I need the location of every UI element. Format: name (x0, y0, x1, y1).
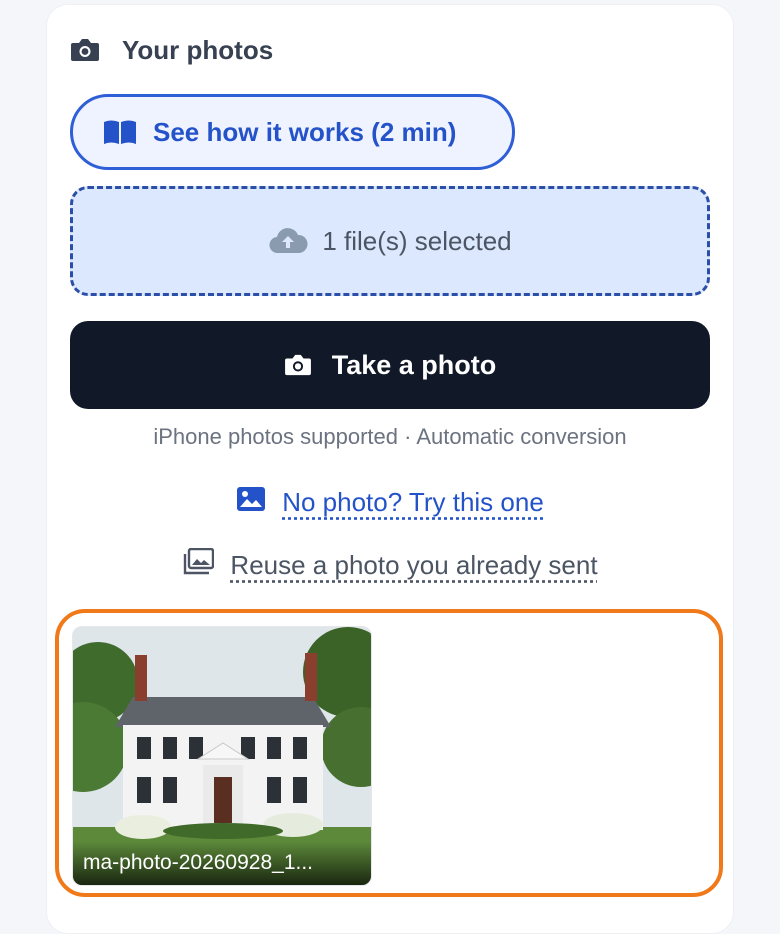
file-dropzone[interactable]: 1 file(s) selected (70, 186, 710, 296)
section-title: Your photos (122, 34, 274, 65)
section-header: Your photos (70, 32, 273, 68)
camera-icon (70, 35, 100, 65)
photo-filename: ma-photo-20260928_1... (73, 841, 371, 885)
take-photo-label: Take a photo (331, 349, 497, 380)
image-icon (236, 486, 266, 519)
support-note: iPhone photos supported · Automatic conv… (153, 424, 627, 449)
book-open-icon (103, 118, 139, 146)
camera-icon (284, 351, 314, 379)
reuse-photo-link[interactable]: Reuse a photo you already sent (70, 547, 710, 583)
upload-status: 1 file(s) selected (322, 225, 512, 256)
see-how-it-works-button[interactable]: See how it works (2 min) (70, 94, 515, 170)
sample-photo-label: No photo? Try this one (282, 487, 544, 517)
photo-thumbnail[interactable]: ma-photo-20260928_1... (72, 626, 372, 886)
sample-photo-link[interactable]: No photo? Try this one (70, 486, 710, 519)
cloud-upload-icon (268, 226, 308, 256)
reuse-photo-label: Reuse a photo you already sent (230, 550, 598, 580)
take-photo-button[interactable]: Take a photo (70, 321, 710, 409)
see-how-it-works-label: See how it works (2 min) (153, 116, 457, 147)
images-stack-icon (182, 547, 215, 583)
